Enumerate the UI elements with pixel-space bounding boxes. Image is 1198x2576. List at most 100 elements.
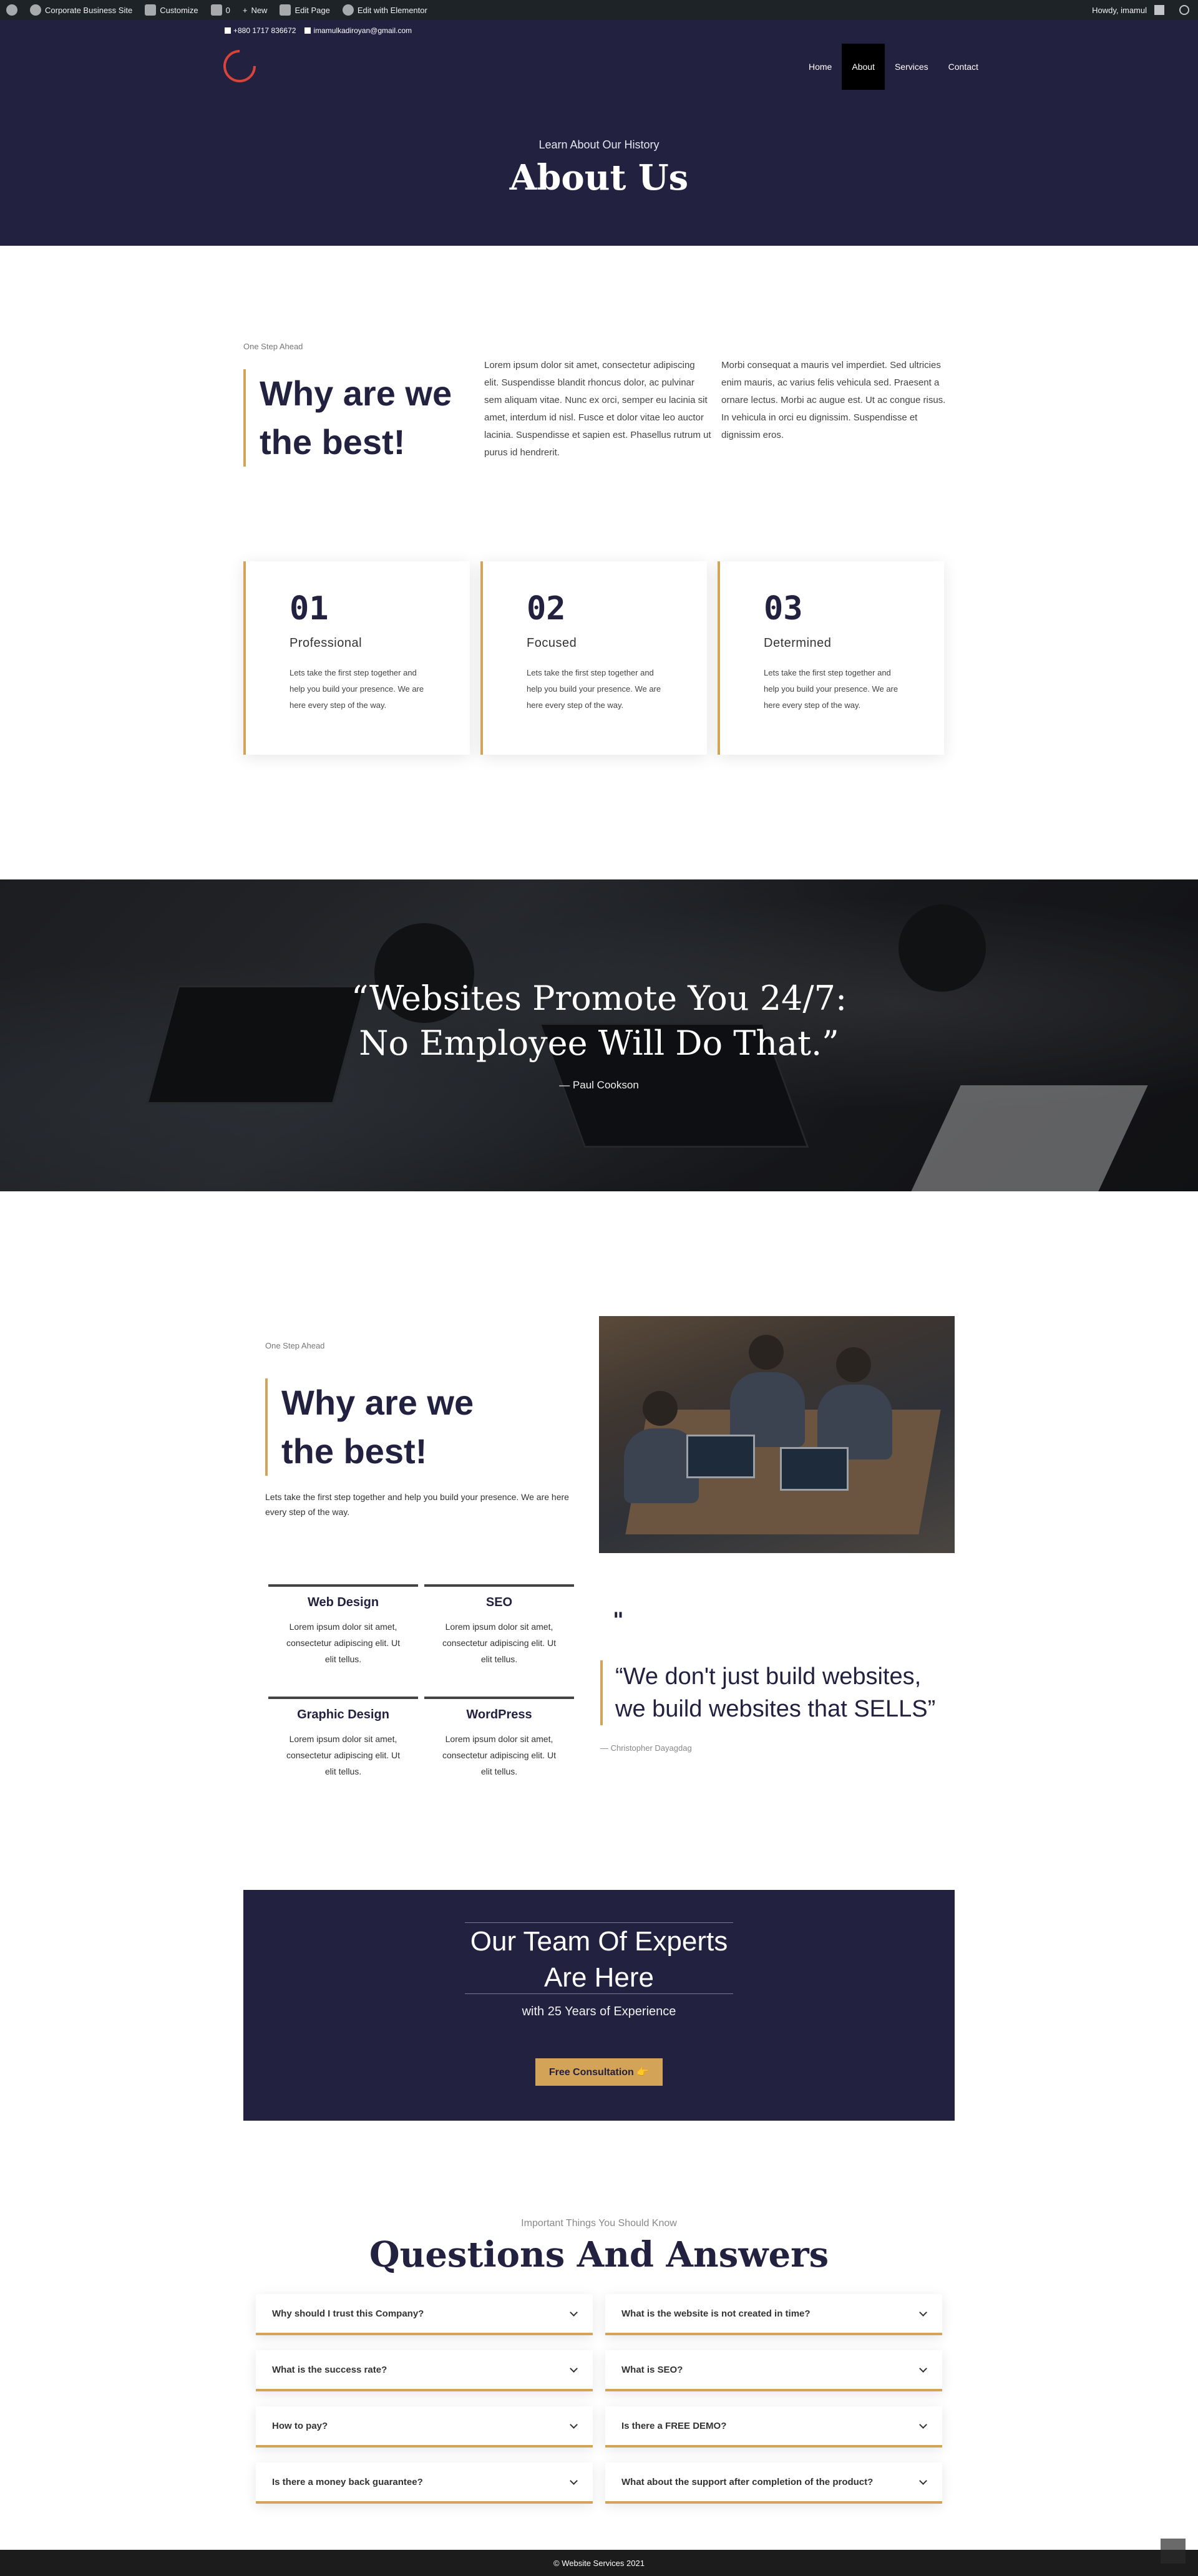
chevron-down-icon xyxy=(919,2420,927,2429)
faq-item[interactable]: How to pay? xyxy=(256,2406,593,2448)
person-silhouette xyxy=(643,1391,678,1426)
faq-question: Why should I trust this Company? xyxy=(272,2308,424,2319)
chevron-down-icon xyxy=(570,2476,578,2485)
service-title: SEO xyxy=(485,1595,513,1609)
chevron-down-icon xyxy=(919,2476,927,2485)
cta-section: Our Team Of Experts Are Here with 25 Yea… xyxy=(243,1890,955,2121)
plus-icon: + xyxy=(242,5,248,15)
page-title: About Us xyxy=(509,157,689,198)
service-text: Lorem ipsum dolor sit amet, consectetur … xyxy=(442,1734,557,1776)
faq-eyebrow: Important Things You Should Know xyxy=(521,2218,677,2229)
why-title: Why are we the best! xyxy=(243,369,455,467)
faq-title: Questions And Answers xyxy=(369,2234,829,2275)
admin-edit-page[interactable]: Edit Page xyxy=(273,0,336,20)
service-graphic-design[interactable]: Graphic Design Lorem ipsum dolor sit ame… xyxy=(268,1697,418,1779)
divider xyxy=(465,1993,733,1994)
section2-text: Lets take the first step together and he… xyxy=(265,1492,569,1517)
card-title: Focused xyxy=(527,636,577,650)
faq-item[interactable]: What is the website is not created in ti… xyxy=(605,2294,942,2335)
admin-new[interactable]: + New xyxy=(236,0,274,20)
laptop-screen xyxy=(686,1435,755,1478)
search-icon[interactable] xyxy=(1179,5,1189,15)
quote-mark-icon: " xyxy=(613,1608,624,1633)
brush-icon xyxy=(145,4,157,16)
service-text: Lorem ipsum dolor sit amet, consectetur … xyxy=(286,1734,401,1776)
divider xyxy=(465,1922,733,1923)
card-number: 02 xyxy=(527,590,566,627)
faq-item[interactable]: What is SEO? xyxy=(605,2350,942,2391)
feature-card: 01 Professional Lets take the first step… xyxy=(243,561,470,755)
faq-question: What is the success rate? xyxy=(272,2364,387,2375)
hero-subtitle: Learn About Our History xyxy=(538,138,660,151)
footer: © Website Services 2021 xyxy=(0,2550,1198,2576)
email-info[interactable]: imamulkadiroyan@gmail.com xyxy=(304,26,412,35)
faq-item[interactable]: What about the support after completion … xyxy=(605,2462,942,2504)
faq-question: Is there a money back guarantee? xyxy=(272,2476,423,2487)
card-text: Lets take the first step together and he… xyxy=(764,668,898,710)
service-wordpress[interactable]: WordPress Lorem ipsum dolor sit amet, co… xyxy=(424,1697,574,1779)
card-number: 03 xyxy=(764,590,803,627)
free-consultation-button[interactable]: Free Consultation 👉 xyxy=(535,2058,663,2086)
banner-quote-author: — Paul Cookson xyxy=(559,1079,639,1091)
service-text: Lorem ipsum dolor sit amet, consectetur … xyxy=(286,1622,401,1664)
admin-site-name[interactable]: Corporate Business Site xyxy=(24,0,139,20)
admin-bar: Corporate Business Site Customize 0 + New… xyxy=(0,0,1198,20)
elementor-icon xyxy=(342,4,354,16)
why-eyebrow: One Step Ahead xyxy=(243,342,303,351)
cta-subtitle: with 25 Years of Experience xyxy=(522,2005,676,2018)
card-title: Professional xyxy=(290,636,363,650)
laptop-screen xyxy=(780,1447,849,1491)
wordpress-logo-icon[interactable] xyxy=(0,0,24,20)
faq-question: Is there a FREE DEMO? xyxy=(621,2420,727,2431)
faq-item[interactable]: What is the success rate? xyxy=(256,2350,593,2391)
feature-card: 02 Focused Lets take the first step toge… xyxy=(480,561,707,755)
faq-question: What about the support after completion … xyxy=(621,2476,874,2487)
nav-contact[interactable]: Contact xyxy=(938,44,988,90)
person-silhouette xyxy=(836,1347,871,1382)
card-text: Lets take the first step together and he… xyxy=(290,668,424,710)
nav-services[interactable]: Services xyxy=(885,44,938,90)
section2-quote: “We don't just build websites, we build … xyxy=(600,1660,950,1725)
service-web-design[interactable]: Web Design Lorem ipsum dolor sit amet, c… xyxy=(268,1584,418,1667)
chevron-down-icon xyxy=(570,2364,578,2373)
phone-info[interactable]: +880 1717 836672 xyxy=(225,26,296,35)
service-text: Lorem ipsum dolor sit amet, consectetur … xyxy=(442,1622,557,1664)
avatar xyxy=(1154,5,1164,15)
admin-elementor[interactable]: Edit with Elementor xyxy=(336,0,434,20)
chevron-down-icon xyxy=(570,2420,578,2429)
nav-home[interactable]: Home xyxy=(799,44,842,90)
faq-question: What is the website is not created in ti… xyxy=(621,2308,811,2319)
comment-icon xyxy=(210,4,222,16)
envelope-icon xyxy=(304,27,311,34)
service-title: Graphic Design xyxy=(297,1708,389,1721)
why-paragraph-2: Morbi consequat a mauris vel imperdiet. … xyxy=(721,360,946,440)
service-title: Web Design xyxy=(307,1595,379,1609)
admin-comments[interactable]: 0 xyxy=(205,0,236,20)
section2-quote-author: — Christopher Dayagdag xyxy=(600,1743,692,1753)
faq-item[interactable]: Is there a money back guarantee? xyxy=(256,2462,593,2504)
faq-item[interactable]: Why should I trust this Company? xyxy=(256,2294,593,2335)
cta-title: Our Team Of Experts Are Here xyxy=(470,1926,728,1993)
main-nav: Home About Services Contact xyxy=(799,44,988,90)
admin-customize[interactable]: Customize xyxy=(139,0,204,20)
card-number: 01 xyxy=(290,590,329,627)
phone-icon xyxy=(225,27,231,34)
faq-question: What is SEO? xyxy=(621,2364,683,2375)
admin-account[interactable]: Howdy, imamul xyxy=(1086,0,1171,20)
section2-title: Why are we the best! xyxy=(265,1378,515,1476)
faq-item[interactable]: Is there a FREE DEMO? xyxy=(605,2406,942,2448)
quote-banner: “Websites Promote You 24/7: No Employee … xyxy=(0,879,1198,1191)
service-seo[interactable]: SEO Lorem ipsum dolor sit amet, consecte… xyxy=(424,1584,574,1667)
section2-eyebrow: One Step Ahead xyxy=(265,1341,325,1350)
nav-about[interactable]: About xyxy=(842,44,885,90)
service-title: WordPress xyxy=(466,1708,532,1721)
back-to-top-button[interactable] xyxy=(1161,2539,1186,2564)
site-logo[interactable] xyxy=(217,43,263,89)
card-text: Lets take the first step together and he… xyxy=(527,668,661,710)
why-paragraph-1: Lorem ipsum dolor sit amet, consectetur … xyxy=(484,360,711,458)
pencil-icon xyxy=(280,4,291,16)
laptop-graphic xyxy=(911,1085,1148,1191)
banner-quote: “Websites Promote You 24/7: No Employee … xyxy=(351,979,847,1063)
team-photo xyxy=(599,1316,955,1553)
chevron-down-icon xyxy=(570,2308,578,2317)
